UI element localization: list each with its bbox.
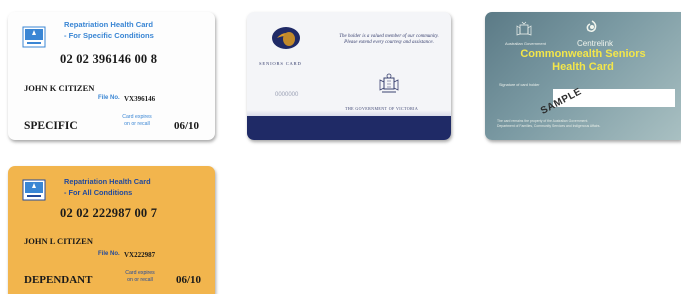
header-line-1: Repatriation Health Card (64, 20, 154, 29)
commonwealth-seniors-health-card: Australian Government Centrelink Commonw… (485, 12, 681, 140)
file-no-value: VX222987 (124, 251, 156, 259)
card-header: Repatriation Health Card - For All Condi… (64, 176, 214, 198)
fine-print: The card remains the property of the Aus… (497, 119, 677, 128)
expiry-label-line-2: on or recall (127, 277, 153, 283)
dva-logo-icon (22, 179, 46, 201)
expiry-label-line-2: on or recall (124, 121, 150, 127)
government-label: Australian Government (505, 41, 546, 46)
dva-logo-icon (22, 26, 46, 48)
card-header: Repatriation Health Card - For Specific … (64, 19, 214, 41)
card-number: 02 02 396146 00 8 (60, 52, 158, 66)
repatriation-card-all-conditions: Repatriation Health Card - For All Condi… (8, 166, 215, 294)
header-line-2: - For All Conditions (64, 188, 133, 197)
expiry-date: 06/10 (174, 120, 200, 132)
victoria-crest-icon (379, 73, 399, 93)
seniors-card-brand: SENIORS CARD (259, 61, 302, 66)
file-no-label: File No. (98, 95, 120, 101)
expiry-date: 06/10 (176, 274, 202, 286)
card-tagline: The holder is a valued member of our com… (339, 34, 439, 46)
signature-label: Signature of card holder (499, 83, 540, 87)
coat-of-arms-icon (516, 21, 532, 36)
expiry-label-line-1: Card expires (122, 114, 152, 120)
expiry-label: Card expires on or recall (116, 114, 158, 128)
card-number: 02 02 222987 00 7 (60, 206, 158, 220)
card-title: Commonwealth Seniors Health Card (485, 48, 681, 74)
card-type: DEPENDANT (24, 274, 93, 286)
expiry-label-line-1: Card expires (125, 270, 155, 276)
expiry-label: Card expires on or recall (120, 270, 160, 284)
card-band (247, 116, 451, 140)
fine-print-line-2: Department of Families, Community Servic… (497, 123, 601, 128)
centrelink-logo-icon (586, 20, 597, 33)
card-holder-name: JOHN K CITIZEN (24, 83, 95, 93)
repatriation-card-specific: Repatriation Health Card - For Specific … (8, 12, 215, 140)
seniors-oval-logo-icon (272, 27, 300, 49)
header-line-1: Repatriation Health Card (64, 177, 151, 186)
card-type: SPECIFIC (24, 120, 78, 132)
agency-label: Centrelink (577, 39, 614, 48)
seniors-card: SENIORS CARD The holder is a valued memb… (247, 12, 451, 140)
header-line-2: - For Specific Conditions (64, 31, 154, 40)
title-line-2: Health Card (552, 61, 614, 73)
card-number: 0000000 (275, 92, 299, 98)
card-holder-name: JOHN L CITIZEN (24, 236, 93, 246)
file-no-value: VX396146 (124, 95, 156, 103)
file-no-label: File No. (98, 251, 120, 257)
title-line-1: Commonwealth Seniors (520, 48, 646, 60)
